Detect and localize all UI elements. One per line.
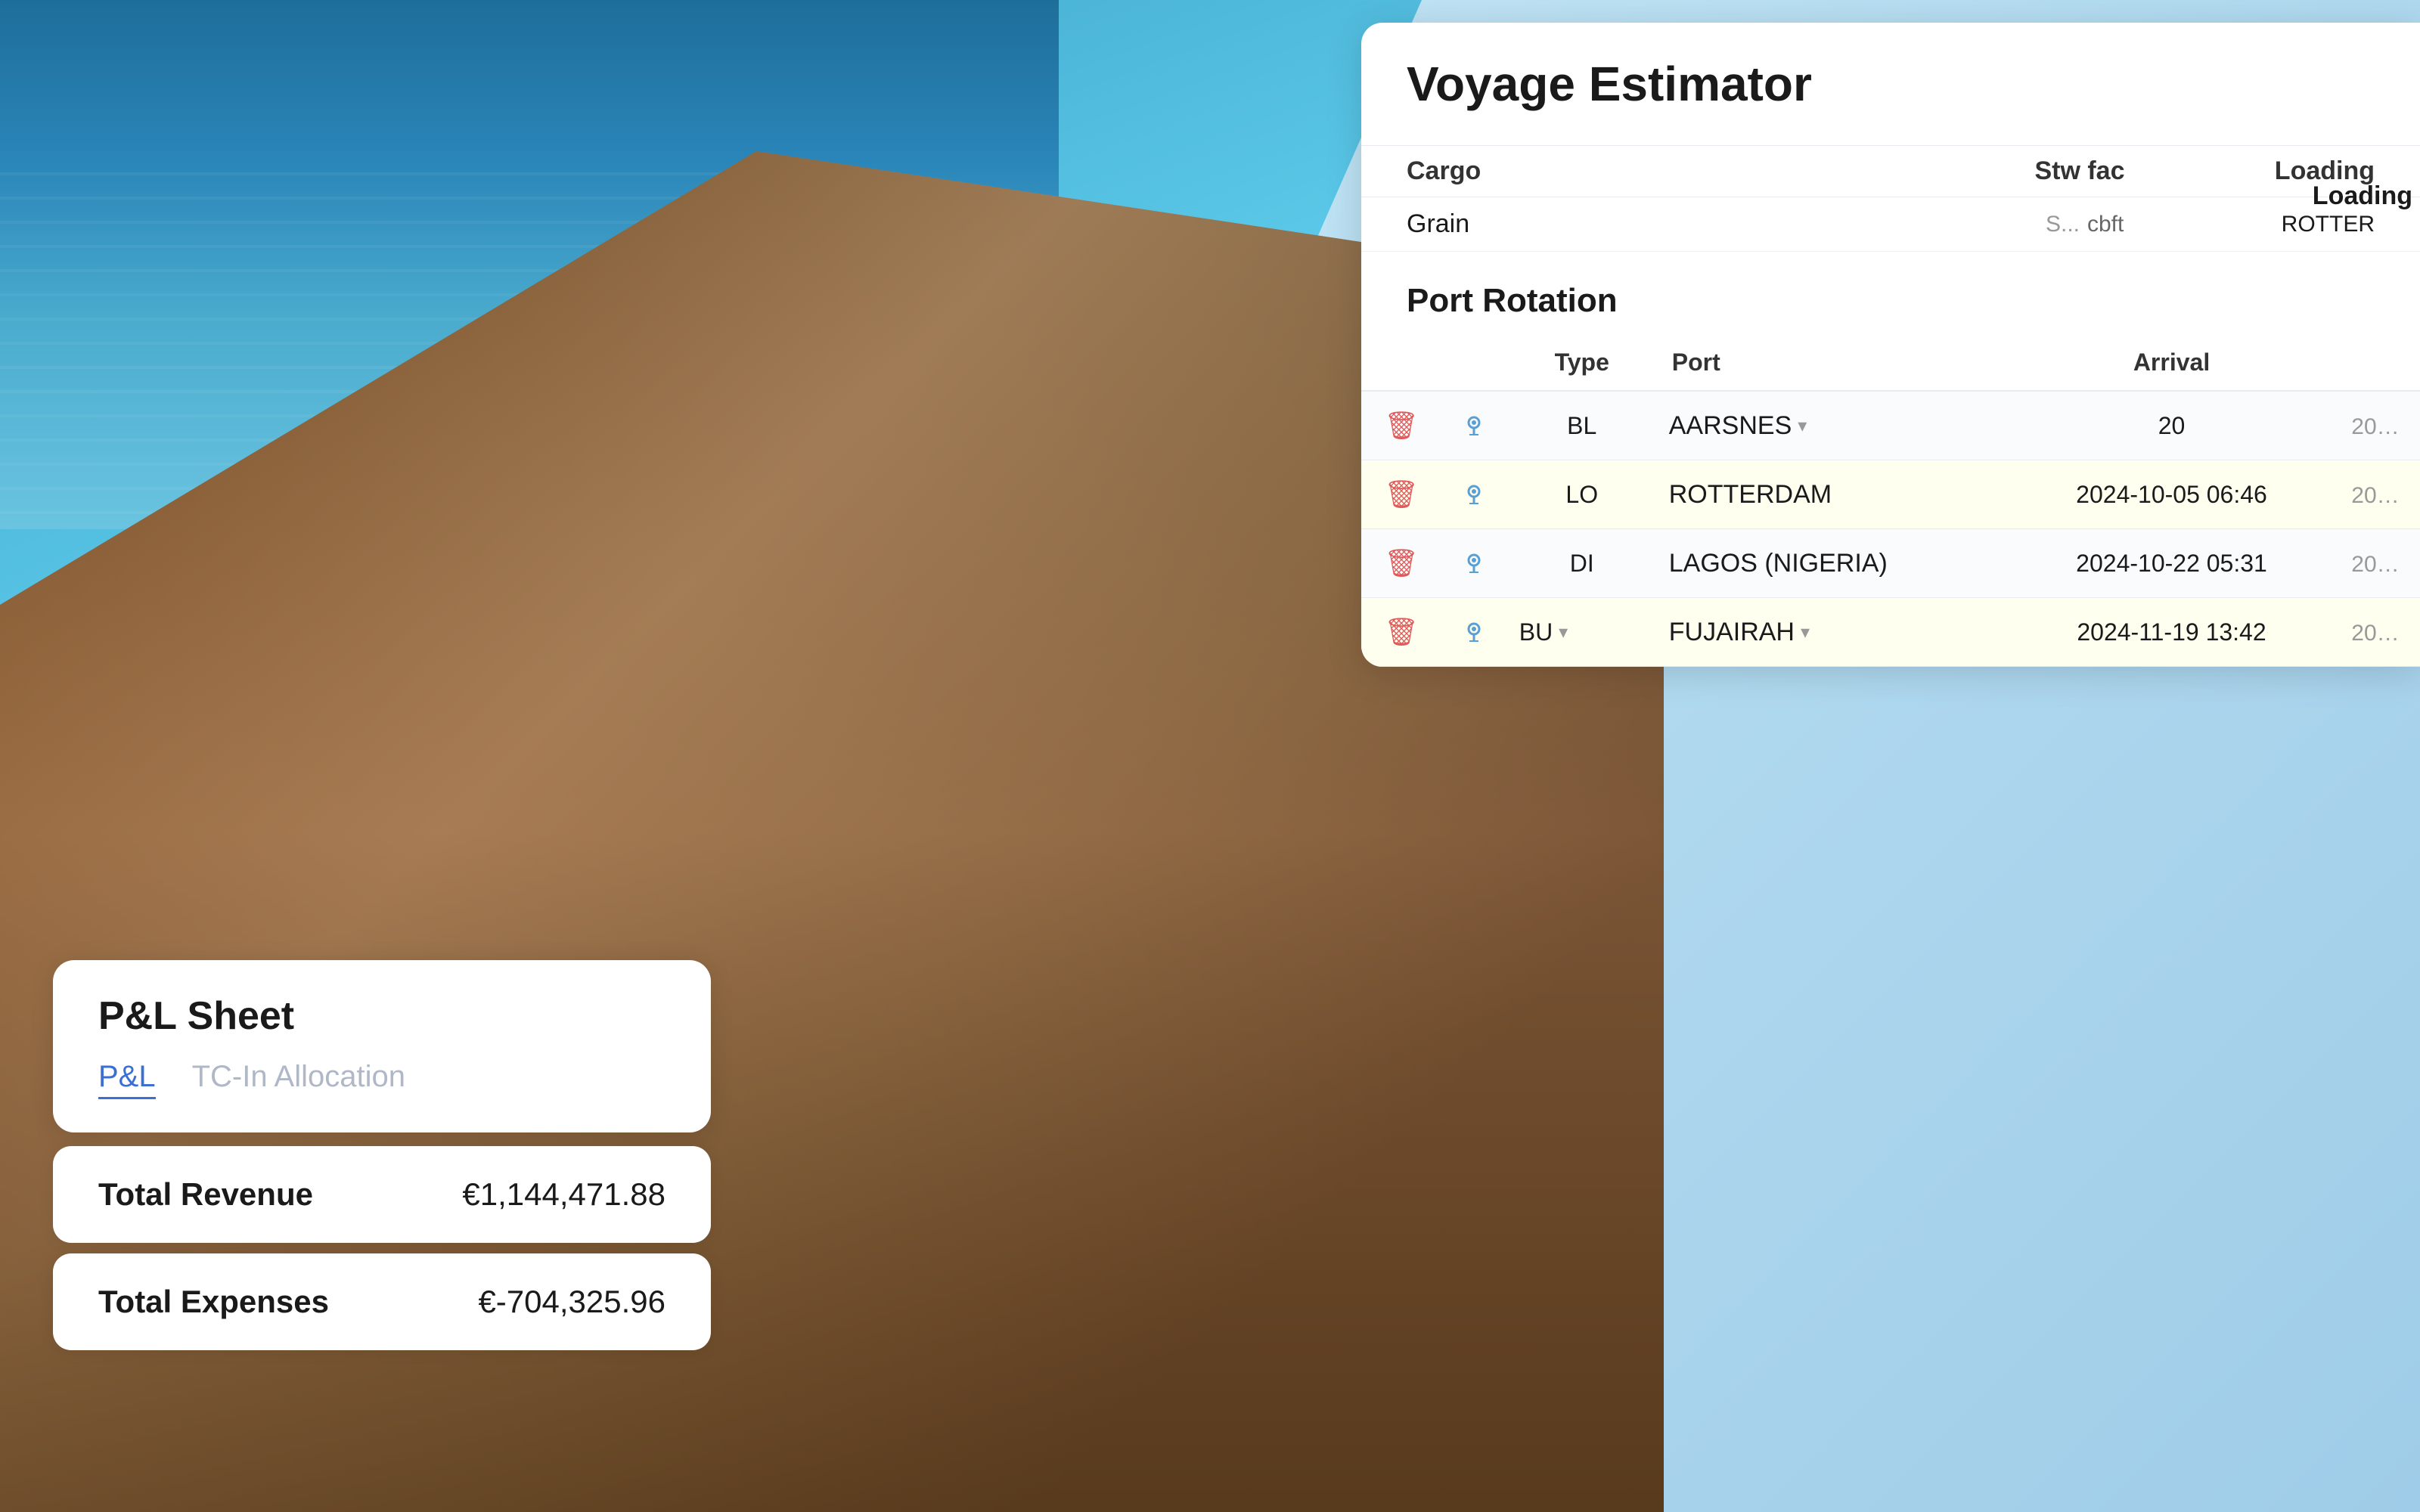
port-table-header-row: Type Port Arrival [1361, 335, 2420, 391]
total-expenses-value: €-704,325.96 [478, 1284, 666, 1320]
port-icon-cell [1441, 529, 1507, 598]
port-rotation-title: Port Rotation [1361, 270, 2420, 335]
chevron-down-icon[interactable]: ▾ [1801, 621, 1810, 643]
chevron-down-icon[interactable]: ▾ [1798, 415, 1807, 437]
col-type-header: Type [1507, 335, 1657, 391]
type-cell: LO [1507, 460, 1657, 529]
port-cell[interactable]: FUJAIRAH ▾ [1657, 598, 2012, 667]
chevron-down-icon[interactable]: ▾ [1559, 621, 1568, 643]
port-cell[interactable]: AARSNES ▾ [1657, 391, 2012, 460]
extra-col-cell: 20… [2331, 529, 2420, 598]
type-cell: DI [1507, 529, 1657, 598]
port-marker-icon [1454, 550, 1495, 577]
col-port-header: Port [1657, 335, 2012, 391]
port-icon-cell [1441, 460, 1507, 529]
cargo-loading-val: ROTTER [2163, 212, 2375, 237]
delete-cell[interactable]: 🗑 [1361, 598, 1441, 667]
delete-icon[interactable]: 🗑 [1373, 613, 1429, 651]
delete-cell[interactable]: 🗑 [1361, 529, 1441, 598]
voyage-title: Voyage Estimator [1407, 56, 2375, 112]
col-extra-header [2331, 335, 2420, 391]
pnl-sheet-card: P&L Sheet P&L TC-In Allocation Total Rev… [53, 960, 711, 1361]
col-stw-label: Stw fac [1996, 156, 2163, 186]
arrival-value: 2024-10-22 05:31 [2076, 550, 2267, 577]
pnl-tabs: P&L TC-In Allocation [98, 1060, 666, 1099]
voyage-header: Voyage Estimator [1361, 23, 2420, 146]
delete-icon[interactable]: 🗑 [1373, 544, 1429, 582]
port-name-value: LAGOS (NIGERIA) [1669, 549, 1888, 578]
port-name-value: AARSNES [1669, 411, 1792, 441]
cargo-data-row: Grain S... cbft ROTTER [1361, 197, 2420, 252]
cargo-stw-val: S... [2019, 212, 2080, 237]
col-delete-header [1361, 335, 1441, 391]
pnl-title: P&L Sheet [98, 993, 666, 1039]
port-rotation-table: Type Port Arrival 🗑 BL AARSNES ▾ 20 20… 🗑 [1361, 335, 2420, 667]
arrival-value: 2024-10-05 06:46 [2076, 481, 2267, 508]
delete-icon[interactable]: 🗑 [1373, 407, 1429, 445]
arrival-cell: 2024-10-05 06:46 [2012, 460, 2331, 529]
loading-badge: Loading [2313, 181, 2412, 211]
port-cell: LAGOS (NIGERIA) [1657, 529, 2012, 598]
total-expenses-label: Total Expenses [98, 1284, 329, 1320]
arrival-cell: 2024-10-22 05:31 [2012, 529, 2331, 598]
port-cell: ROTTERDAM [1657, 460, 2012, 529]
type-cell[interactable]: BU ▾ [1507, 598, 1657, 667]
extra-col-cell: 20… [2331, 460, 2420, 529]
total-revenue-value: €1,144,471.88 [462, 1176, 666, 1213]
tab-pnl[interactable]: P&L [98, 1060, 156, 1099]
type-value: BU [1519, 618, 1553, 646]
cargo-name: Grain [1407, 209, 2019, 239]
table-row: 🗑 LO ROTTERDAM 2024-10-05 06:46 20… [1361, 460, 2420, 529]
total-revenue-row: Total Revenue €1,144,471.88 [53, 1146, 711, 1243]
port-icon-cell [1441, 391, 1507, 460]
extra-col-cell: 20… [2331, 598, 2420, 667]
voyage-estimator-card: Voyage Estimator Cargo Stw fac Loading G… [1361, 23, 2420, 667]
table-row: 🗑 BU ▾ FUJAIRAH ▾ 2024-11-19 13:42 20… [1361, 598, 2420, 667]
port-marker-icon [1454, 412, 1495, 439]
type-value: LO [1565, 481, 1598, 508]
port-rotation-section: Port Rotation Type Port Arrival 🗑 [1361, 252, 2420, 667]
col-arrival-header: Arrival [2012, 335, 2331, 391]
table-row: 🗑 DI LAGOS (NIGERIA) 2024-10-22 05:31 20… [1361, 529, 2420, 598]
total-expenses-row: Total Expenses €-704,325.96 [53, 1253, 711, 1350]
port-marker-icon [1454, 618, 1495, 646]
cargo-cbft: cbft [2087, 212, 2163, 237]
table-row: 🗑 BL AARSNES ▾ 20 20… [1361, 391, 2420, 460]
delete-cell[interactable]: 🗑 [1361, 391, 1441, 460]
delete-cell[interactable]: 🗑 [1361, 460, 1441, 529]
type-value: BL [1567, 412, 1596, 439]
col-cargo-label: Cargo [1407, 156, 1996, 186]
extra-value: 20… [2351, 552, 2399, 577]
extra-col-cell: 20… [2331, 391, 2420, 460]
extra-value: 20… [2351, 414, 2399, 439]
arrival-cell: 2024-11-19 13:42 [2012, 598, 2331, 667]
extra-value: 20… [2351, 621, 2399, 646]
pnl-header-card: P&L Sheet P&L TC-In Allocation [53, 960, 711, 1132]
port-name-value: FUJAIRAH [1669, 618, 1795, 647]
type-value: DI [1570, 550, 1594, 577]
tab-tc-in-allocation[interactable]: TC-In Allocation [192, 1060, 405, 1099]
total-revenue-label: Total Revenue [98, 1176, 313, 1213]
delete-icon[interactable]: 🗑 [1373, 476, 1429, 513]
extra-value: 20… [2351, 483, 2399, 508]
cargo-columns-header: Cargo Stw fac Loading [1361, 146, 2420, 197]
port-marker-icon [1454, 481, 1495, 508]
port-icon-cell [1441, 598, 1507, 667]
arrival-cell: 20 [2012, 391, 2331, 460]
col-icon-header [1441, 335, 1507, 391]
type-cell: BL [1507, 391, 1657, 460]
arrival-value: 20 [2158, 412, 2186, 439]
port-name-value: ROTTERDAM [1669, 480, 1832, 509]
arrival-value: 2024-11-19 13:42 [2077, 618, 2266, 646]
